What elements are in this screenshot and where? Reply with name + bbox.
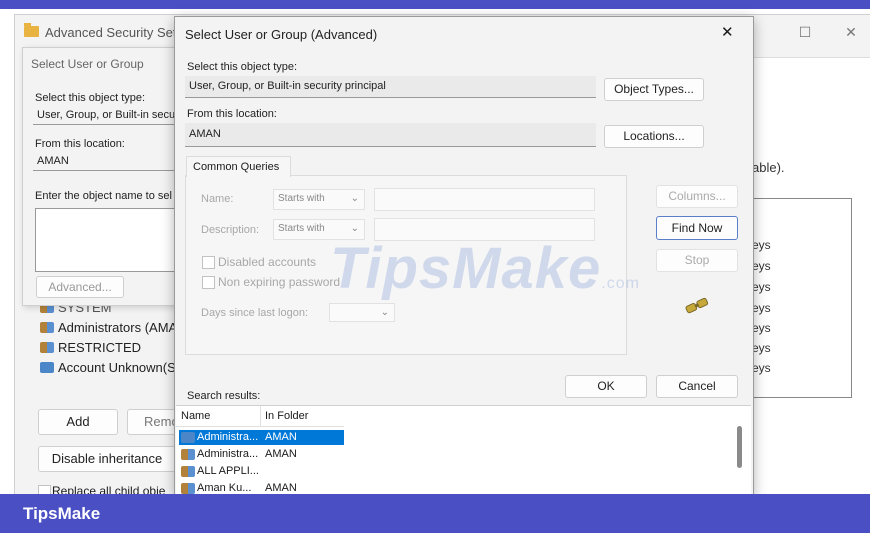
location-field: AMAN bbox=[33, 152, 183, 171]
object-types-button[interactable]: Object Types... bbox=[604, 78, 704, 101]
watermark: TipsMake.com bbox=[330, 235, 640, 302]
search-results-label: Search results: bbox=[187, 390, 261, 402]
list-item: eys bbox=[752, 321, 771, 335]
ok-button[interactable]: OK bbox=[565, 375, 647, 398]
table-row[interactable]: Aman Ku... AMAN bbox=[179, 481, 344, 495]
user-group-icon bbox=[181, 432, 195, 443]
table-row[interactable]: Administra... AMAN bbox=[179, 447, 344, 462]
close-icon[interactable]: ✕ bbox=[721, 23, 734, 41]
locations-button[interactable]: Locations... bbox=[604, 125, 704, 148]
name-mode-value: Starts with bbox=[278, 193, 325, 204]
result-name: Administra... bbox=[197, 431, 259, 443]
table-row[interactable]: ALL APPLI... bbox=[179, 464, 344, 479]
folder-icon bbox=[24, 23, 39, 37]
advanced-button[interactable]: Advanced... bbox=[36, 276, 124, 298]
tab-common-queries[interactable]: Common Queries bbox=[186, 156, 291, 177]
user-icon bbox=[181, 483, 195, 494]
column-header-folder[interactable]: In Folder bbox=[265, 410, 308, 422]
location-label: From this location: bbox=[35, 138, 125, 150]
enter-object-name-label: Enter the object name to sel bbox=[35, 190, 172, 202]
dialog-title: Select User or Group bbox=[31, 57, 144, 71]
screenshot-frame: Advanced Security Sett ☐ ✕ able). eys ey… bbox=[0, 0, 870, 533]
able-text: able). bbox=[752, 160, 785, 175]
result-name: ALL APPLI... bbox=[197, 465, 259, 477]
cancel-button[interactable]: Cancel bbox=[656, 375, 738, 398]
list-item: eys bbox=[752, 341, 771, 355]
stop-button[interactable]: Stop bbox=[656, 249, 738, 272]
location-field: AMAN bbox=[185, 123, 596, 147]
dialog-title: Select User or Group (Advanced) bbox=[185, 27, 378, 42]
table-row[interactable]: Administra... AMAN bbox=[179, 430, 344, 445]
columns-button[interactable]: Columns... bbox=[656, 185, 738, 208]
watermark-suffix: .com bbox=[601, 275, 640, 292]
group-icon bbox=[40, 322, 54, 333]
unknown-account-icon bbox=[40, 362, 54, 373]
footer-brand: TipsMake bbox=[23, 504, 101, 523]
chevron-down-icon: ⌄ bbox=[350, 193, 359, 204]
location-label: From this location: bbox=[187, 108, 277, 120]
name-label: Name: bbox=[201, 193, 234, 205]
list-item: eys bbox=[752, 259, 771, 273]
results-header: Name In Folder bbox=[176, 406, 344, 427]
checkbox-label: Replace all child obje bbox=[52, 484, 166, 494]
chevron-down-icon: ⌄ bbox=[380, 307, 389, 318]
object-type-field: User, Group, or Built-in secu bbox=[33, 106, 183, 125]
result-name: Aman Ku... bbox=[197, 482, 252, 494]
top-border bbox=[0, 0, 870, 9]
object-name-input[interactable] bbox=[35, 208, 183, 272]
principal-label: RESTRICTED bbox=[58, 340, 142, 355]
scrollbar-thumb[interactable] bbox=[737, 426, 742, 468]
search-binoculars-icon bbox=[680, 294, 714, 318]
principal-label: Account Unknown(S- bbox=[58, 360, 181, 375]
non-expiring-password-label: Non expiring password bbox=[218, 275, 341, 289]
column-header-name[interactable]: Name bbox=[181, 410, 210, 422]
result-folder: AMAN bbox=[265, 431, 297, 443]
name-mode-select[interactable]: Starts with ⌄ bbox=[273, 189, 365, 210]
list-item: eys bbox=[752, 361, 771, 375]
description-mode-value: Starts with bbox=[278, 223, 325, 234]
days-since-logon-label: Days since last logon: bbox=[201, 307, 308, 319]
disabled-accounts-label: Disabled accounts bbox=[218, 255, 317, 269]
column-divider bbox=[260, 406, 261, 426]
replace-child-permissions-checkbox[interactable]: Replace all child obje bbox=[38, 484, 174, 494]
principal-item[interactable]: Administrators (AMA bbox=[40, 320, 177, 335]
object-type-label: Select this object type: bbox=[35, 92, 146, 104]
close-button[interactable]: ✕ bbox=[839, 21, 863, 43]
window-title: Advanced Security Sett bbox=[45, 25, 181, 40]
user-group-icon bbox=[181, 466, 195, 477]
days-since-logon-select[interactable]: ⌄ bbox=[329, 303, 395, 322]
description-label: Description: bbox=[201, 224, 260, 236]
group-icon bbox=[40, 342, 54, 353]
find-now-button[interactable]: Find Now bbox=[656, 216, 738, 240]
principal-item[interactable]: RESTRICTED bbox=[40, 340, 141, 355]
result-folder: AMAN bbox=[265, 482, 297, 494]
result-folder: AMAN bbox=[265, 448, 297, 460]
principal-item[interactable]: Account Unknown(S- bbox=[40, 360, 180, 375]
checkbox[interactable] bbox=[38, 485, 51, 494]
object-type-label: Select this object type: bbox=[187, 61, 298, 73]
list-item: eys bbox=[752, 280, 771, 294]
watermark-text: TipsMake bbox=[330, 236, 602, 301]
list-item: eys bbox=[752, 238, 771, 252]
maximize-button[interactable]: ☐ bbox=[793, 21, 817, 43]
principal-label: Administrators (AMA bbox=[58, 320, 178, 335]
select-user-or-group-dialog: Select User or Group Select this object … bbox=[22, 47, 184, 306]
disabled-accounts-checkbox[interactable] bbox=[202, 256, 215, 269]
user-group-icon bbox=[181, 449, 195, 460]
non-expiring-password-checkbox[interactable] bbox=[202, 276, 215, 289]
footer-bar: TipsMake bbox=[0, 494, 870, 533]
search-results-list[interactable]: Name In Folder Administra... AMAN Admini… bbox=[176, 405, 751, 495]
object-type-field: User, Group, or Built-in security princi… bbox=[185, 76, 596, 98]
add-button[interactable]: Add bbox=[38, 409, 118, 435]
disable-inheritance-button[interactable]: Disable inheritance bbox=[38, 446, 176, 472]
name-input[interactable] bbox=[374, 188, 595, 211]
result-name: Administra... bbox=[197, 448, 259, 460]
list-item: eys bbox=[752, 301, 771, 315]
